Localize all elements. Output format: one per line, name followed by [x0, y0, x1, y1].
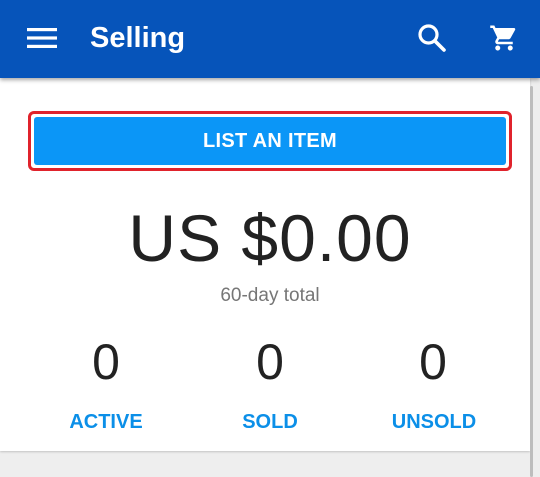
menu-button[interactable]	[18, 16, 66, 60]
list-an-item-button[interactable]: LIST AN ITEM	[34, 117, 506, 165]
search-button[interactable]	[408, 14, 456, 62]
hamburger-menu-icon	[27, 28, 57, 48]
unsold-count[interactable]: 0	[373, 332, 493, 392]
total-amount-label: 60-day total	[220, 285, 320, 306]
list-item-button-highlight: LIST AN ITEM	[28, 111, 512, 171]
active-count[interactable]: 0	[46, 332, 166, 392]
unsold-tab[interactable]: UNSOLD	[364, 408, 504, 436]
app-bar: Selling	[0, 0, 540, 78]
shopping-cart-icon	[490, 25, 516, 51]
page-title: Selling	[90, 22, 186, 54]
sold-count[interactable]: 0	[210, 332, 330, 392]
sold-tab[interactable]: SOLD	[200, 408, 340, 436]
scrollbar[interactable]	[530, 86, 533, 477]
active-tab[interactable]: ACTIVE	[36, 408, 176, 436]
total-amount: US $0.00	[128, 201, 412, 275]
search-icon	[418, 24, 446, 52]
cart-button[interactable]	[480, 14, 528, 62]
